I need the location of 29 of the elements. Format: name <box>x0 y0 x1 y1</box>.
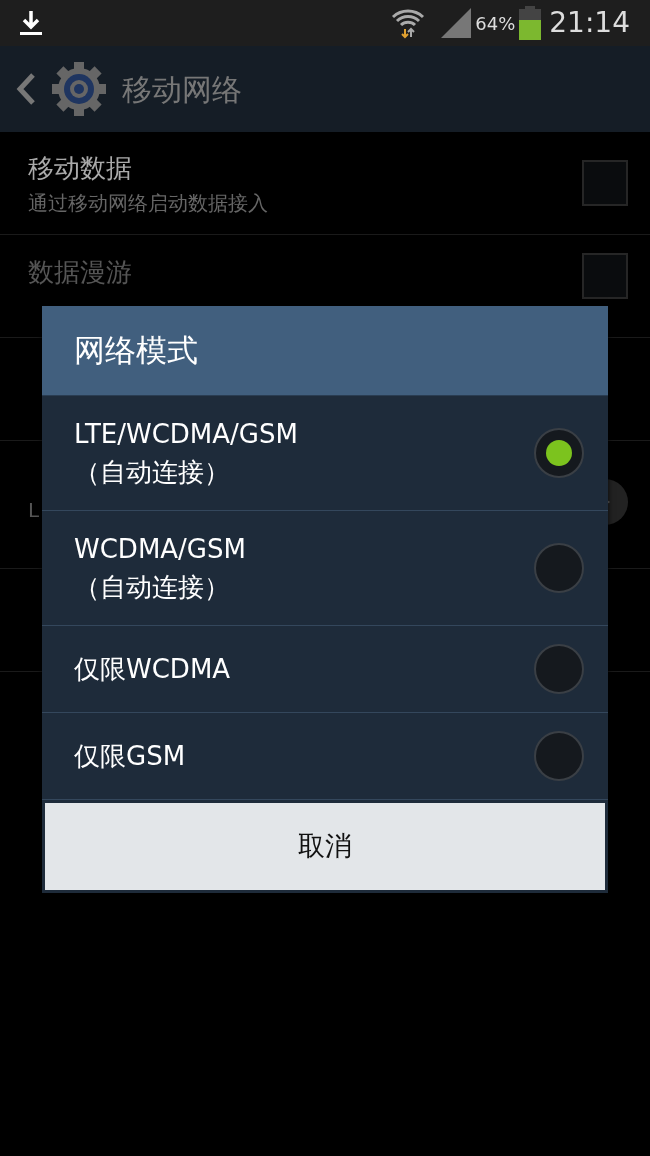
setting-title: 数据漫游 <box>28 256 133 289</box>
checkbox[interactable] <box>582 160 628 206</box>
clock-time: 21:14 <box>549 5 630 41</box>
option-label: LTE/WCDMA/GSM <box>74 418 299 451</box>
radio-option[interactable]: LTE/WCDMA/GSM （自动连接） <box>42 396 608 511</box>
radio-option[interactable]: WCDMA/GSM （自动连接） <box>42 511 608 626</box>
option-label: 仅限GSM <box>74 740 187 773</box>
setting-subtitle: 通过移动网络启动数据接入 <box>28 189 269 217</box>
radio-button[interactable] <box>534 543 584 593</box>
option-label: WCDMA/GSM <box>74 533 247 566</box>
radio-option[interactable]: 仅限WCDMA <box>42 626 608 713</box>
screen-title: 移动网络 <box>122 70 242 109</box>
radio-button[interactable] <box>534 731 584 781</box>
battery-percent: 64% <box>475 11 516 36</box>
radio-button[interactable] <box>534 644 584 694</box>
gear-icon <box>52 62 106 116</box>
option-label: 仅限WCDMA <box>74 653 232 686</box>
wifi-icon <box>391 7 426 39</box>
cancel-button[interactable]: 取消 <box>45 803 605 890</box>
dialog-title: 网络模式 <box>74 331 198 371</box>
option-note: （自动连接） <box>74 571 231 604</box>
signal-icon <box>441 8 472 38</box>
battery-icon <box>519 6 542 40</box>
setting-title: 移动数据 <box>28 151 133 185</box>
back-icon[interactable] <box>16 72 36 106</box>
radio-button[interactable] <box>534 428 584 478</box>
setting-subtitle: L <box>28 496 40 524</box>
download-icon <box>20 10 42 36</box>
option-note: （自动连接） <box>74 456 231 489</box>
